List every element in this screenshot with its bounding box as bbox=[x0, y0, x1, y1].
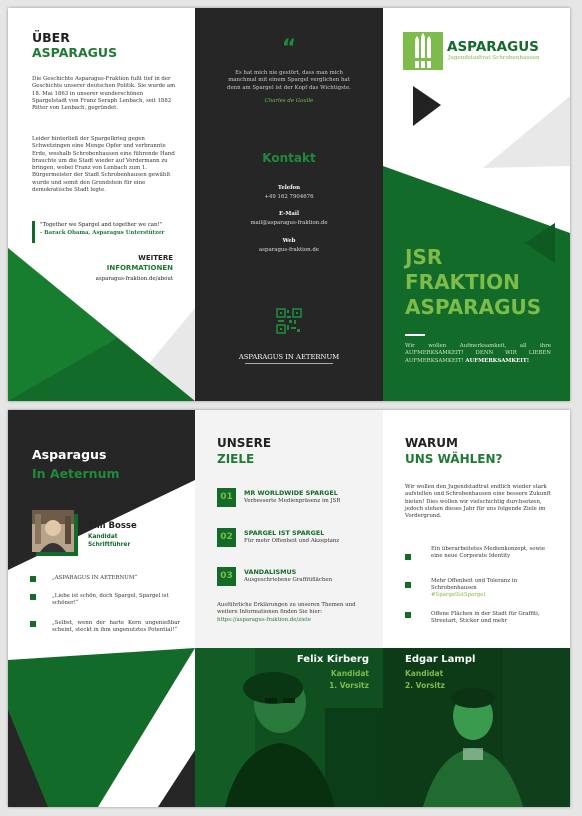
about-panel: ÜBER ASPARAGUS Die Geschichte Asparagus-… bbox=[8, 8, 195, 401]
about-link[interactable]: asparagus-fraktion.de/about bbox=[96, 276, 173, 283]
phone-label: Telefon bbox=[277, 185, 301, 191]
cover-title: JSR FRAKTION ASPARAGUS bbox=[405, 245, 541, 320]
why-bullet-text-1: Ein überarbeitetes Medienkonzept, sowie … bbox=[431, 546, 546, 560]
gaulle-quote-author: Charles de Gaulle bbox=[264, 98, 314, 104]
team-title-line1: Asparagus bbox=[32, 447, 107, 462]
qr-code-icon[interactable] bbox=[276, 308, 302, 334]
about-title-line2: ASPARAGUS bbox=[32, 45, 118, 60]
goal-number-1: 01 bbox=[217, 488, 236, 507]
goal-title-1: MR WORLDWIDE SPARGEL bbox=[244, 489, 338, 497]
quote-mark-icon: “ bbox=[281, 36, 297, 61]
obama-quote: "Together we Spargel and together we can… bbox=[40, 222, 163, 228]
goals-panel: UNSERE ZIELE 01 MR WORLDWIDE SPARGEL Ver… bbox=[195, 410, 383, 807]
about-panel-shapes bbox=[8, 248, 195, 401]
contact-panel: “ Es hat mich nie gestört, dass man mich… bbox=[195, 8, 383, 401]
phone-value[interactable]: +49 162 7904676 bbox=[195, 194, 383, 201]
asparagus-logo-icon bbox=[403, 32, 443, 70]
goal-desc-1: Verbesserte Medienpräsenz im JSR bbox=[244, 498, 341, 504]
goal-desc-2: Für mehr Offenheit und Akzeptanz bbox=[244, 538, 340, 544]
about-title-line1: ÜBER bbox=[32, 30, 70, 45]
footer-underline bbox=[245, 363, 333, 364]
quote-list: „ASPARAGUS IN AETERNUM“ „Liebe ist schön… bbox=[30, 575, 180, 650]
tim-name: Tim Bosse bbox=[88, 521, 137, 531]
bullet-square-icon bbox=[405, 612, 411, 618]
goal-number-3: 03 bbox=[217, 567, 236, 586]
web-value[interactable]: asparagus-fraktion.de bbox=[195, 247, 383, 254]
quote-bar bbox=[32, 221, 35, 243]
quote-item-2: „Liebe ist schön, doch Spargel, Spargel … bbox=[30, 593, 180, 620]
why-bullet-text-2: Mehr Offenheit und Toleranz in Schrobenh… bbox=[431, 578, 518, 592]
about-paragraph-1: Die Geschichte Asparagus-Fraktion fußt t… bbox=[32, 76, 176, 112]
edgar-name: Edgar Lampl bbox=[405, 654, 476, 665]
cover-divider bbox=[405, 334, 425, 336]
quote-text-1: „ASPARAGUS IN AETERNUM“ bbox=[52, 575, 138, 581]
why-intro: Wir wollen den Jugendstadtrat endlich wi… bbox=[405, 484, 551, 520]
felix-role-line2: 1. Vorsitz bbox=[329, 681, 369, 690]
bullet-square-icon bbox=[30, 621, 36, 627]
team-panel: Asparagus In Aeternum Tim Bosse Kandidat… bbox=[8, 410, 195, 807]
goals-title-line2: ZIELE bbox=[217, 452, 255, 466]
logo-name: ASPARAGUS bbox=[447, 39, 539, 55]
cover-text: Wir wollen Aufmerksamkeit, all ihre AUFM… bbox=[405, 343, 551, 365]
goal-desc-3: Ausgeschriebene Graffitiflächen bbox=[244, 577, 333, 583]
cover-title-line1: JSR bbox=[405, 245, 443, 269]
quote-text-3: „Selbst, wenn der harte Kern ungenießbar… bbox=[52, 620, 180, 634]
edgar-role-line1: Kandidat bbox=[405, 669, 444, 678]
more-info-line1: WEITERE bbox=[138, 254, 173, 262]
bullet-square-icon bbox=[405, 554, 411, 560]
goals-title-line1: UNSERE bbox=[217, 436, 272, 450]
bullet-square-icon bbox=[405, 582, 411, 588]
tim-role-line2: Schriftführer bbox=[88, 542, 131, 548]
goal-title-3: VANDALISMUS bbox=[244, 568, 297, 576]
obama-quote-author: - Barack Obama, Asparagus Unterstützer bbox=[40, 230, 165, 236]
cover-text-bold: AUFMERKSAMKEIT! bbox=[465, 357, 530, 364]
brochure-outside: ÜBER ASPARAGUS Die Geschichte Asparagus-… bbox=[8, 8, 570, 401]
web-label: Web bbox=[282, 238, 296, 244]
tim-role-line1: Kandidat bbox=[88, 534, 118, 540]
goals-more-text: Ausführliche Erklärungen zu unseren Them… bbox=[217, 602, 356, 616]
cover-title-line2: FRAKTION bbox=[405, 270, 520, 294]
gaulle-quote: Es hat mich nie gestört, dass man mich m… bbox=[227, 70, 351, 91]
email-value[interactable]: mail@asparagus-fraktion.de bbox=[195, 220, 383, 227]
goal-number-2: 02 bbox=[217, 528, 236, 547]
goal-title-2: SPARGEL IST SPARGEL bbox=[244, 529, 325, 537]
bullet-square-icon bbox=[30, 594, 36, 600]
brochure-inside: Asparagus In Aeternum Tim Bosse Kandidat… bbox=[8, 410, 570, 807]
avatar-tim-bosse bbox=[32, 510, 74, 552]
email-label: E-Mail bbox=[278, 211, 299, 217]
contact-title: Kontakt bbox=[262, 151, 316, 165]
more-info-line2: INFORMATIONEN bbox=[106, 264, 173, 272]
about-paragraph-2: Leider hinterließ der Spargelkrieg gegen… bbox=[32, 136, 175, 194]
cover-title-line3: ASPARAGUS bbox=[405, 295, 542, 319]
why-hashtag[interactable]: #SpargelIstSpargel bbox=[431, 592, 555, 599]
team-title-line2: In Aeternum bbox=[32, 466, 120, 481]
why-title-line1: WARUM bbox=[405, 436, 458, 450]
bullet-square-icon bbox=[30, 576, 36, 582]
goals-more-link[interactable]: https://asparagus-fraktion.de/ziele bbox=[217, 617, 367, 624]
why-panel: WARUM UNS WÄHLEN? Wir wollen den Jugends… bbox=[383, 410, 570, 807]
quote-item-1: „ASPARAGUS IN AETERNUM“ bbox=[30, 575, 180, 593]
edgar-role-line2: 2. Vorsitz bbox=[405, 681, 445, 690]
felix-role-line1: Kandidat bbox=[330, 669, 369, 678]
quote-item-3: „Selbst, wenn der harte Kern ungenießbar… bbox=[30, 620, 180, 650]
quote-text-2: „Liebe ist schön, doch Spargel, Spargel … bbox=[52, 593, 169, 607]
cover-panel: ASPARAGUS Jugendstadtrat Schrobenhausen … bbox=[383, 8, 570, 401]
logo-subtitle: Jugendstadtrat Schrobenhausen bbox=[448, 55, 540, 61]
felix-name: Felix Kirberg bbox=[296, 654, 369, 665]
why-bullet-text-3: Offene Flächen in der Stadt für Graffiti… bbox=[431, 611, 540, 625]
contact-footer: ASPARAGUS IN AETERNUM bbox=[238, 353, 340, 361]
why-title-line2: UNS WÄHLEN? bbox=[405, 452, 503, 466]
